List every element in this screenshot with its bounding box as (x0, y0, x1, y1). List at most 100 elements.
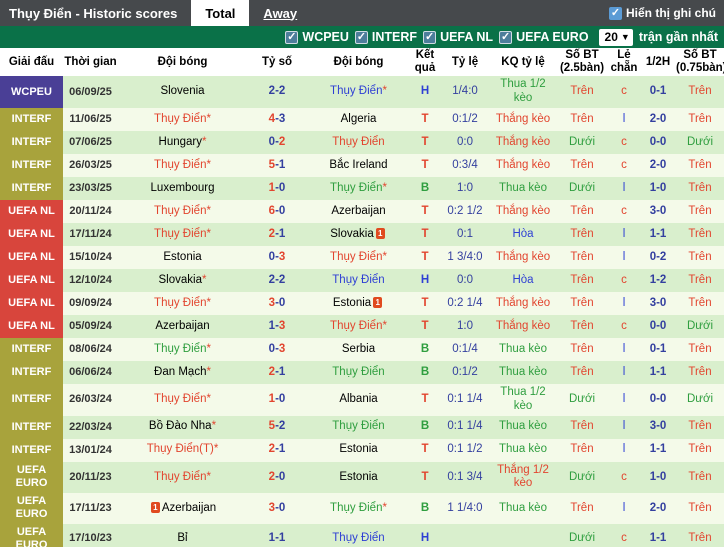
uefa-nl-checkbox[interactable]: ✓ (423, 31, 436, 44)
favorite-star: * (202, 136, 206, 148)
table-row: WCPEU06/09/25Slovenia2-2Thụy Điển*H1/4:0… (0, 76, 724, 108)
score: 0-3 (247, 338, 307, 361)
column-header-10: 1/2H (640, 48, 676, 76)
tab-away[interactable]: Away (249, 0, 311, 26)
match-count-select[interactable]: 20 ▼ (599, 29, 633, 46)
match-date: 26/03/25 (63, 154, 118, 177)
show-notes-checkbox[interactable]: ✓ (609, 7, 622, 20)
match-date: 09/09/24 (63, 292, 118, 315)
half-time-score: 2-0 (640, 108, 676, 131)
odd-even: l (608, 384, 640, 416)
league-badge: UEFA NL (0, 223, 63, 246)
league-badge: UEFA NL (0, 292, 63, 315)
over-under-0-75: Trên (676, 524, 724, 547)
home-team: 1Azerbaijan (118, 493, 247, 523)
score: 2-1 (247, 439, 307, 462)
interf-checkbox[interactable]: ✓ (355, 31, 368, 44)
over-under-0-75: Trên (676, 76, 724, 108)
column-header-8: Số BT (2.5bàn) (556, 48, 608, 76)
uefa-nl-label: UEFA NL (440, 30, 493, 44)
away-team: Thụy Điển* (307, 177, 410, 200)
away-team: Albania (307, 384, 410, 416)
table-row: UEFA NL05/09/24Azerbaijan1-3Thụy Điển*T1… (0, 315, 724, 338)
table-row: INTERF11/06/25Thụy Điển*4-3AlgeriaT0:1/2… (0, 108, 724, 131)
odds-result: Thua kèo (490, 416, 556, 439)
over-under-2-5: Trên (556, 439, 608, 462)
uefa-euro-label: UEFA EURO (516, 30, 588, 44)
favorite-star: * (206, 366, 210, 378)
tab-total[interactable]: Total (191, 0, 249, 26)
over-under-2-5: Dưới (556, 462, 608, 494)
league-badge: UEFA EURO (0, 493, 63, 523)
score: 1-1 (247, 524, 307, 547)
odd-even: l (608, 292, 640, 315)
home-team: Thụy Điển* (118, 108, 247, 131)
league-badge: UEFA NL (0, 200, 63, 223)
interf-label: INTERF (372, 30, 417, 44)
over-under-2-5: Trên (556, 315, 608, 338)
favorite-star: * (382, 85, 386, 97)
league-badge: INTERF (0, 416, 63, 439)
favorite-star: * (382, 320, 386, 332)
half-time-score: 3-0 (640, 416, 676, 439)
away-team: Thụy Điển* (307, 76, 410, 108)
score: 3-0 (247, 292, 307, 315)
match-date: 17/11/23 (63, 493, 118, 523)
odds-value: 0:1 3/4 (440, 462, 490, 494)
result-letter: T (410, 384, 440, 416)
score: 1-3 (247, 315, 307, 338)
match-date: 08/06/24 (63, 338, 118, 361)
favorite-star: * (202, 274, 206, 286)
score: 2-2 (247, 269, 307, 292)
half-time-score: 0-0 (640, 384, 676, 416)
over-under-2-5: Trên (556, 76, 608, 108)
odd-even: l (608, 361, 640, 384)
show-notes-label: Hiển thị ghi chú (626, 6, 716, 20)
wcpeu-checkbox[interactable]: ✓ (285, 31, 298, 44)
favorite-star: * (214, 443, 218, 455)
over-under-2-5: Trên (556, 416, 608, 439)
column-header-3: Tỷ số (247, 48, 307, 76)
odd-even: l (608, 416, 640, 439)
result-letter: B (410, 493, 440, 523)
result-letter: H (410, 524, 440, 547)
result-letter: H (410, 76, 440, 108)
over-under-2-5: Dưới (556, 384, 608, 416)
matches-table: Giải đấuThời gianĐội bóngTỷ sốĐội bóngKế… (0, 48, 724, 547)
league-badge: INTERF (0, 338, 63, 361)
column-header-7: KQ tỷ lệ (490, 48, 556, 76)
over-under-0-75: Trên (676, 462, 724, 494)
home-team: Hungary* (118, 131, 247, 154)
result-letter: T (410, 246, 440, 269)
column-header-6: Tỷ lệ (440, 48, 490, 76)
away-team: Thụy Điển (307, 131, 410, 154)
table-row: INTERF26/03/24Thụy Điển*1-0AlbaniaT0:1 1… (0, 384, 724, 416)
uefa-euro-checkbox[interactable]: ✓ (499, 31, 512, 44)
over-under-2-5: Trên (556, 493, 608, 523)
favorite-star: * (206, 297, 210, 309)
away-team: Estonia (307, 462, 410, 494)
home-team: Luxembourg (118, 177, 247, 200)
result-letter: B (410, 338, 440, 361)
away-team: Thụy Điển* (307, 315, 410, 338)
table-row: UEFA EURO20/11/23Thụy Điển*2-0EstoniaT0:… (0, 462, 724, 494)
odds-value: 1 3/4:0 (440, 246, 490, 269)
odds-result: Thua kèo (490, 177, 556, 200)
result-letter: T (410, 439, 440, 462)
over-under-2-5: Dưới (556, 131, 608, 154)
chevron-down-icon: ▼ (621, 32, 630, 42)
titlebar-spacer (311, 0, 609, 26)
league-badge: INTERF (0, 108, 63, 131)
odd-even: l (608, 439, 640, 462)
over-under-0-75: Trên (676, 108, 724, 131)
match-date: 05/09/24 (63, 315, 118, 338)
over-under-2-5: Trên (556, 269, 608, 292)
over-under-0-75: Trên (676, 269, 724, 292)
table-row: UEFA NL09/09/24Thụy Điển*3-0Estonia1T0:2… (0, 292, 724, 315)
result-letter: B (410, 361, 440, 384)
odds-value: 0:1/2 (440, 361, 490, 384)
odds-result: Thắng kèo (490, 108, 556, 131)
match-date: 13/01/24 (63, 439, 118, 462)
away-team: Serbia (307, 338, 410, 361)
page-title: Thụy Điển - Historic scores (0, 6, 191, 21)
